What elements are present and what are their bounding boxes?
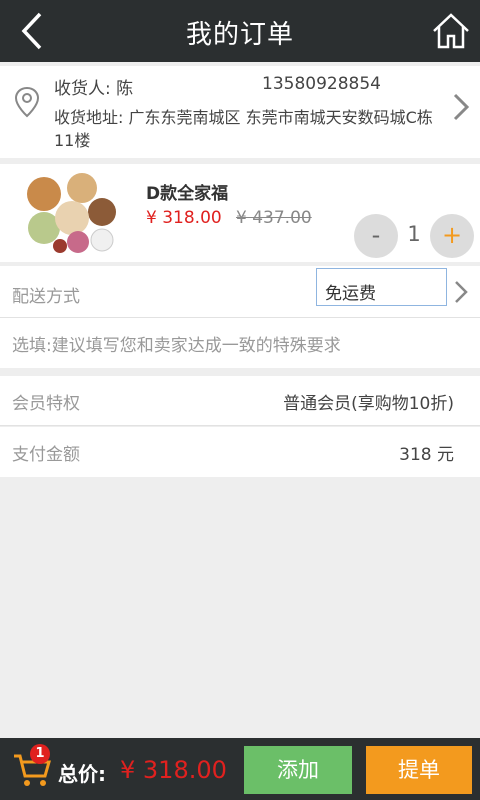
total-price: ¥ 318.00 [120,756,227,784]
chevron-right-icon[interactable] [454,280,468,304]
checkout-bar: 1 总价: ¥ 318.00 添加 提单 [0,738,480,800]
home-icon[interactable] [430,10,472,52]
product-name: D款全家福 [146,184,229,204]
shipping-method-select[interactable]: 免运费 [316,268,447,306]
location-pin-icon [14,86,40,118]
payment-amount-row: 支付金额 318 元 [0,427,480,477]
submit-order-button[interactable]: 提单 [366,746,472,794]
payment-amount-value: 318 元 [399,445,454,465]
member-privilege-label: 会员特权 [12,394,80,414]
shipping-method-row: 配送方式 免运费 [0,266,480,318]
add-button[interactable]: 添加 [244,746,352,794]
cart-count-badge: 1 [30,744,50,764]
page-title: 我的订单 [185,20,294,50]
product-original-price: ¥ 437.00 [236,208,312,228]
recipient-phone: 13580928854 [262,74,381,94]
member-privilege-value: 普通会员(享购物10折) [283,394,454,414]
recipient-name: 收货人: 陈 [54,79,134,99]
product-thumbnail [27,173,116,253]
quantity-value: 1 [407,222,421,246]
quantity-decrease-button[interactable]: - [354,214,398,258]
member-privilege-row: 会员特权 普通会员(享购物10折) [0,376,480,426]
product-price: ¥ 318.00 [146,208,222,228]
seller-note-field[interactable]: 选填:建议填写您和卖家达成一致的特殊要求 [0,318,480,368]
payment-amount-label: 支付金额 [12,445,80,465]
total-label: 总价: [58,762,106,786]
top-bar: 我的订单 [0,0,480,62]
quantity-increase-button[interactable]: + [430,214,474,258]
delivery-address: 收货地址: 广东东莞南城区 东莞市南城天安数码城C栋11楼 [54,108,433,150]
shipping-address-card[interactable]: 收货人: 陈 13580928854 收货地址: 广东东莞南城区 东莞市南城天安… [0,66,480,158]
chevron-right-icon [453,93,470,121]
product-item: D款全家福 ¥ 318.00 ¥ 437.00 - 1 + [0,164,480,262]
seller-note-placeholder: 选填:建议填写您和卖家达成一致的特殊要求 [12,336,341,356]
shipping-method-label: 配送方式 [12,287,80,307]
